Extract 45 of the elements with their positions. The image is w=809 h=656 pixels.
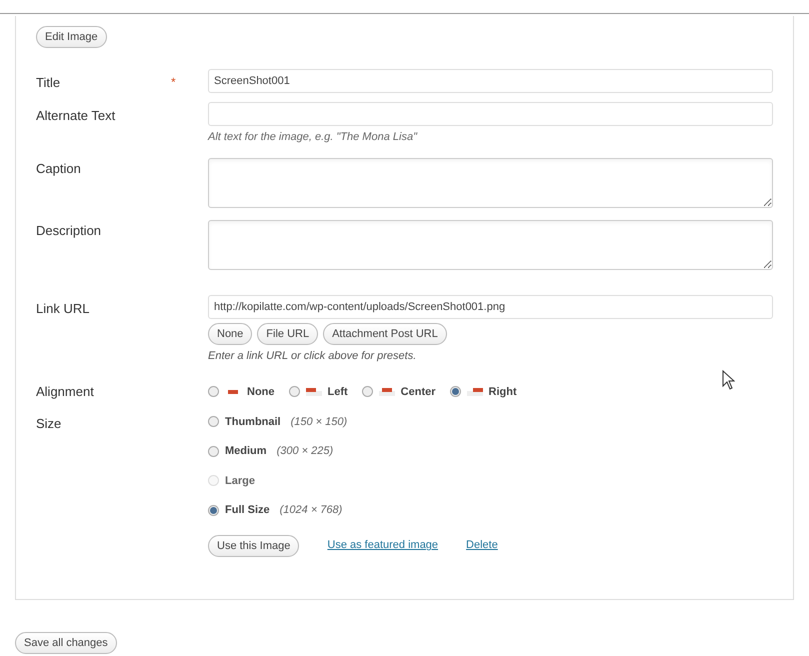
preset-button[interactable]: File URL bbox=[257, 322, 318, 344]
field-label: Description bbox=[36, 222, 102, 240]
field-label: Alternate Text bbox=[36, 107, 116, 125]
text-field[interactable]: ScreenShot001 bbox=[208, 69, 773, 93]
preset-button[interactable]: Attachment Post URL bbox=[323, 322, 447, 344]
help-text: Enter a link URL or click above for presets. bbox=[208, 348, 418, 364]
radio-button[interactable] bbox=[208, 386, 219, 398]
radio-button[interactable] bbox=[450, 386, 461, 398]
featured-image-link[interactable]: Use as featured image bbox=[327, 537, 438, 554]
radio-button[interactable] bbox=[208, 504, 219, 516]
radio-button[interactable] bbox=[208, 416, 219, 428]
option-label: Left bbox=[328, 384, 348, 400]
option-label: Full Size bbox=[225, 503, 270, 518]
help-text: Alt text for the image, e.g. "The Mona Lisa" bbox=[208, 130, 418, 145]
alignment-icon bbox=[466, 386, 483, 397]
field-label: Caption bbox=[36, 160, 82, 178]
text-field[interactable] bbox=[208, 102, 773, 126]
save-all-changes-button[interactable]: Save all changes bbox=[15, 632, 117, 654]
size-dimensions: (300 × 225) bbox=[276, 444, 334, 459]
text-area[interactable] bbox=[208, 158, 773, 208]
preset-button[interactable]: None bbox=[208, 322, 252, 344]
delete-link[interactable]: Delete bbox=[466, 537, 498, 554]
option-label: Center bbox=[400, 384, 436, 400]
radio-button[interactable] bbox=[288, 386, 300, 398]
field-label: Size bbox=[36, 414, 62, 432]
field-label: Title bbox=[36, 74, 62, 92]
use-image-button[interactable]: Use this Image bbox=[208, 534, 300, 556]
required-marker: * bbox=[171, 74, 176, 91]
field-label: Link URL bbox=[36, 300, 90, 318]
radio-button[interactable] bbox=[208, 446, 219, 457]
text-area[interactable] bbox=[208, 220, 773, 270]
size-dimensions: (150 × 150) bbox=[290, 414, 348, 430]
option-label: Right bbox=[488, 384, 517, 400]
option-label: Medium bbox=[225, 444, 267, 459]
text-field[interactable]: http://kopilatte.com/wp-content/uploads/ScreenShot001.png bbox=[208, 294, 773, 318]
alignment-icon bbox=[378, 386, 395, 397]
option-label: Large bbox=[225, 474, 255, 488]
option-label: None bbox=[247, 384, 274, 400]
option-label: Thumbnail bbox=[225, 414, 281, 430]
radio-button[interactable] bbox=[362, 386, 373, 398]
edit-image-button[interactable]: Edit Image bbox=[36, 26, 107, 48]
field-label: Alignment bbox=[36, 383, 95, 401]
mouse-pointer-icon bbox=[722, 370, 735, 390]
alignment-icon bbox=[306, 386, 322, 397]
size-dimensions: (1024 × 768) bbox=[280, 503, 342, 518]
